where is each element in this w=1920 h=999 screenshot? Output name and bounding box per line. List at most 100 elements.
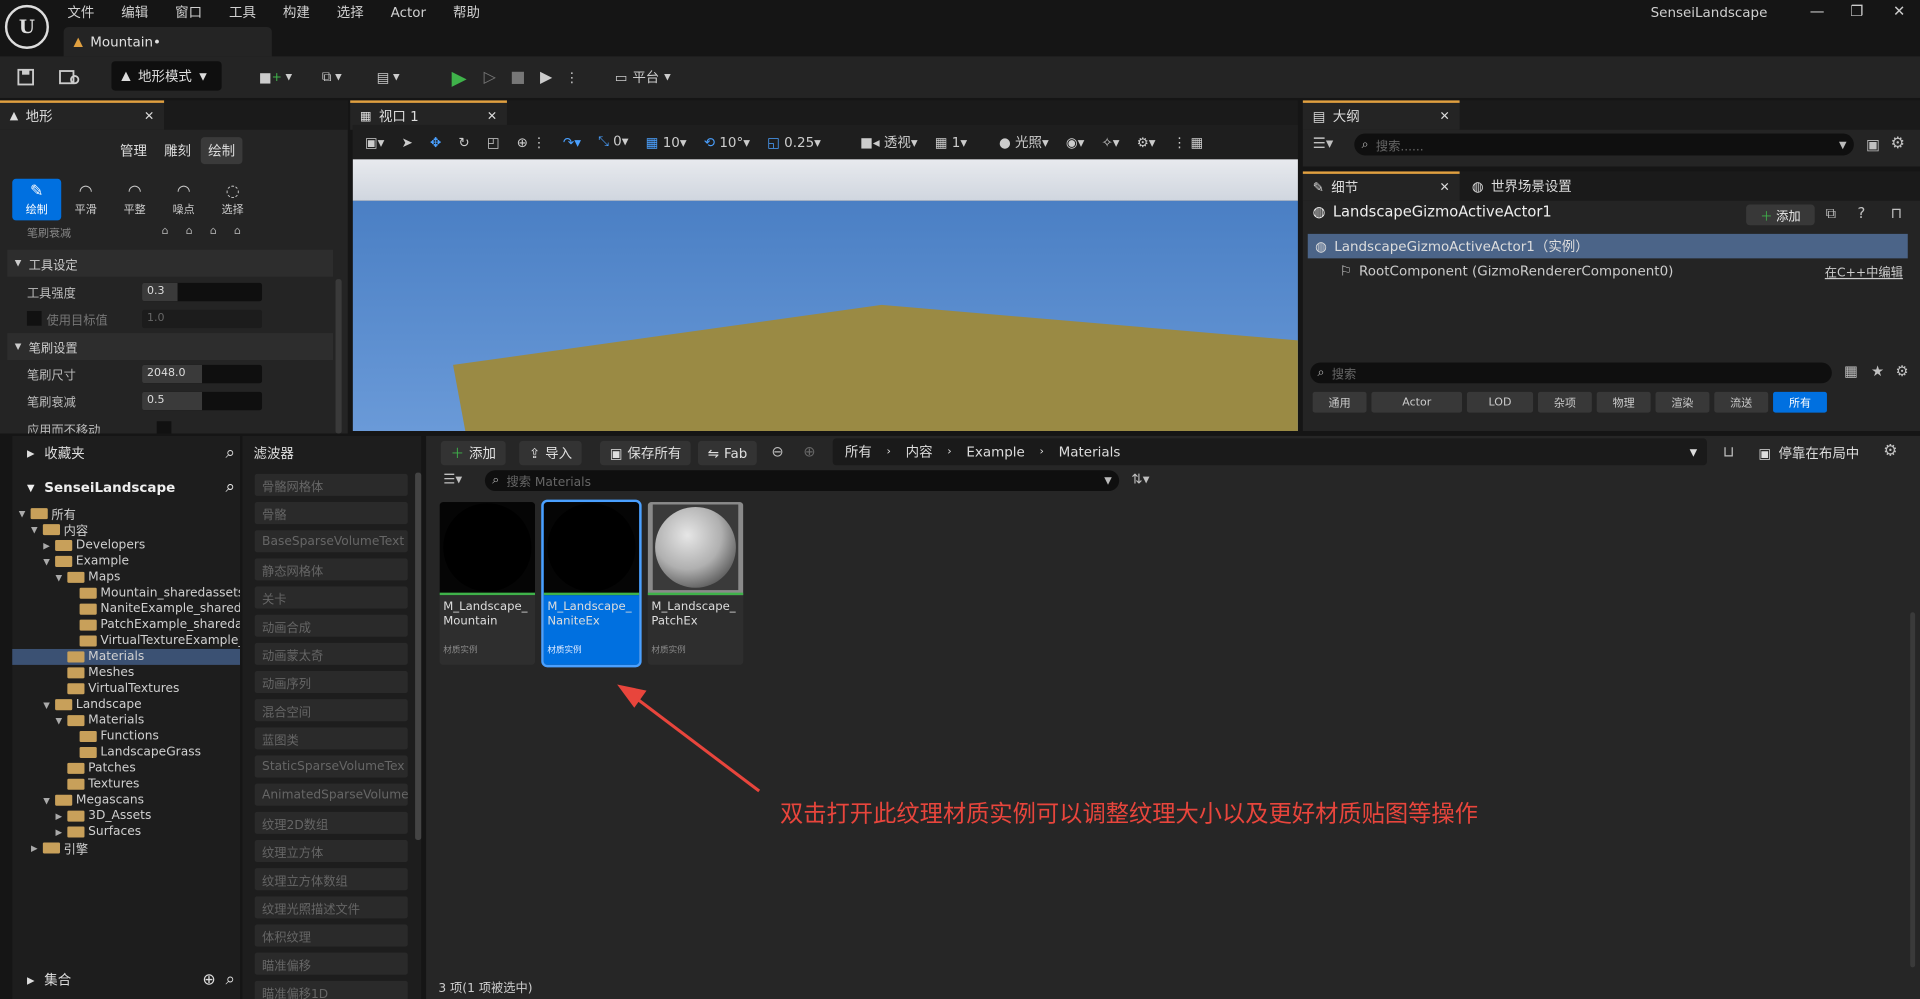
asset-tile[interactable]: M_Landscape_ PatchEx 材质实例 xyxy=(647,502,744,665)
tool-strength-input[interactable]: 0.3 xyxy=(142,282,263,301)
search-icon[interactable]: ⌕ xyxy=(225,478,235,498)
folder-item[interactable]: VirtualTextures xyxy=(12,681,240,697)
instance-row[interactable]: ◍ LandscapeGizmoActiveActor1（实例） xyxy=(1307,233,1908,259)
menu-item-5[interactable]: 选择 xyxy=(337,2,364,22)
asset-tile[interactable]: M_Landscape_ NaniteEx 材质实例 xyxy=(541,499,642,668)
details-tab[interactable]: ✎ 细节 ✕ xyxy=(1302,171,1460,201)
filter-item[interactable]: StaticSparseVolumeTex xyxy=(254,755,408,778)
menu-item-1[interactable]: 编辑 xyxy=(121,2,148,22)
select-arrow-icon[interactable]: ➤ xyxy=(402,134,413,150)
filter-chip-0[interactable]: 通用 xyxy=(1312,391,1367,413)
mode-selector[interactable]: ▲ 地形模式 ▼ xyxy=(111,61,222,91)
menu-item-6[interactable]: Actor xyxy=(391,4,426,20)
folder-item[interactable]: LandscapeGrass xyxy=(12,744,240,760)
folder-item[interactable]: ▶ 引擎 xyxy=(12,840,240,856)
settings-icon[interactable]: ⚙ xyxy=(1896,362,1909,379)
close-window-button[interactable]: ✕ xyxy=(1893,2,1905,19)
filter-item[interactable]: 蓝图类 xyxy=(254,727,408,750)
search-icon[interactable]: ⌕ xyxy=(225,443,235,463)
apply-no-move-checkbox[interactable] xyxy=(156,421,172,434)
folder-item[interactable]: ▼ 内容 xyxy=(12,522,240,538)
filter-item[interactable]: 关卡 xyxy=(254,586,408,609)
cinematics-icon[interactable]: ▤ ▼ xyxy=(370,64,407,91)
viewport-scene[interactable] xyxy=(352,159,1298,432)
maximize-button[interactable]: ❐ xyxy=(1850,2,1863,19)
blueprint-icon[interactable]: ⧉ xyxy=(1826,204,1837,222)
folder-item[interactable]: ▶ 3D_Assets xyxy=(12,808,240,824)
tool-button-1[interactable]: ◠ 平滑 xyxy=(61,179,110,221)
settings-icon[interactable]: ⚙ xyxy=(1883,442,1897,460)
close-icon[interactable]: ✕ xyxy=(487,110,497,123)
breadcrumb-item[interactable]: Materials xyxy=(1059,444,1121,460)
filter-chip-6[interactable]: 流送 xyxy=(1714,391,1769,413)
menu-item-3[interactable]: 工具 xyxy=(229,2,256,22)
collections-header[interactable]: ▶ 集合 ⊕ ⌕ xyxy=(27,970,235,990)
folder-item[interactable]: ▼ Megascans xyxy=(12,792,240,808)
add-button[interactable]: ＋添加 xyxy=(440,440,506,466)
landscape-tab[interactable]: ▲ 地形 ✕ xyxy=(0,100,165,130)
details-search[interactable]: ⌕ 搜索 xyxy=(1310,362,1832,384)
save-all-button[interactable]: ▣ 保存所有 xyxy=(600,440,692,466)
close-icon[interactable]: ✕ xyxy=(144,110,154,123)
filter-item[interactable]: BaseSparseVolumeText xyxy=(254,530,408,553)
unreal-logo[interactable]: U xyxy=(4,4,49,49)
filter-chip-1[interactable]: Actor xyxy=(1371,391,1463,413)
asset-search[interactable]: ⌕ 搜索 Materials ▼ xyxy=(484,470,1120,492)
filter-icon[interactable]: ☰▾ xyxy=(443,471,462,487)
close-icon[interactable]: ✕ xyxy=(1440,110,1450,123)
help-icon[interactable]: ? xyxy=(1858,204,1866,221)
filter-item[interactable]: 纹理立方体数组 xyxy=(254,868,408,891)
folder-item[interactable]: VirtualTextureExample_sh xyxy=(12,633,240,649)
outliner-tab[interactable]: ▤ 大纲 ✕ xyxy=(1302,100,1460,130)
rotate-icon[interactable]: ↻ xyxy=(458,134,469,150)
add-folder-icon[interactable]: ▣ xyxy=(1866,136,1880,153)
grid-snap-button[interactable]: ▦ 10▾ xyxy=(646,134,687,150)
filter-item[interactable]: AnimatedSparseVolume xyxy=(254,783,408,806)
subtab-2[interactable]: 绘制 xyxy=(200,137,243,165)
lock-icon[interactable]: ⊓ xyxy=(1891,204,1902,221)
filter-item[interactable]: 动画蒙太奇 xyxy=(254,642,408,665)
lit-button[interactable]: ● 光照▾ xyxy=(999,132,1049,152)
simulate-icon[interactable]: ▶ xyxy=(535,64,557,91)
tool-button-3[interactable]: ◠ 噪点 xyxy=(159,179,208,221)
settings-icon[interactable]: ⚙ xyxy=(1891,135,1905,153)
menu-item-2[interactable]: 窗口 xyxy=(175,2,202,22)
world-settings-tab[interactable]: ◍ 世界场景设置 xyxy=(1460,176,1572,196)
outliner-search[interactable]: ⌕ 搜索...... ▼ xyxy=(1354,133,1854,156)
folder-item[interactable]: NaniteExample_sharedass xyxy=(12,601,240,617)
folder-item[interactable]: ▼ Materials xyxy=(12,713,240,729)
filter-item[interactable]: 瞄准偏移1D xyxy=(254,980,408,999)
sort-icon[interactable]: ⇅▾ xyxy=(1131,471,1149,487)
folder-item[interactable]: ▶ Surfaces xyxy=(12,824,240,840)
world-icon[interactable]: ⊕ ⋮ xyxy=(517,134,546,150)
browse-content-icon[interactable] xyxy=(56,64,83,91)
filter-item[interactable]: 动画合成 xyxy=(254,614,408,637)
show-icon[interactable]: ◉▾ xyxy=(1066,134,1085,150)
back-icon[interactable]: ⊖ xyxy=(771,443,783,460)
close-icon[interactable]: ✕ xyxy=(1440,181,1450,194)
step-icon[interactable]: ▷ xyxy=(479,64,501,91)
favorites-header[interactable]: ▶ 收藏夹 ⌕ xyxy=(27,443,235,463)
filter-chip-5[interactable]: 渲染 xyxy=(1655,391,1710,413)
content-scrollbar[interactable] xyxy=(1910,612,1916,968)
filter-item[interactable]: 纹理2D数组 xyxy=(254,811,408,834)
breadcrumb-item[interactable]: 内容 xyxy=(906,442,933,462)
surface-snap-icon[interactable]: ↷▾ xyxy=(563,134,581,150)
component-row[interactable]: ⚐ RootComponent (GizmoRendererComponent0… xyxy=(1308,258,1908,282)
filter-icon[interactable]: ☰▾ xyxy=(1313,135,1334,152)
folder-item[interactable]: ▼ Example xyxy=(12,553,240,569)
tool-button-4[interactable]: ◌ 选择 xyxy=(208,179,257,221)
folder-item[interactable]: ▼ Landscape xyxy=(12,697,240,713)
play-icon[interactable]: ▶ xyxy=(448,64,470,91)
menu-item-0[interactable]: 文件 xyxy=(67,2,94,22)
scale-snap-button[interactable]: ◱ 0.25▾ xyxy=(767,134,821,150)
folder-item[interactable]: Textures xyxy=(12,776,240,792)
menu-item-4[interactable]: 构建 xyxy=(283,2,310,22)
filter-item[interactable]: 纹理光照描述文件 xyxy=(254,896,408,919)
realtime-icon[interactable]: ✧▾ xyxy=(1102,134,1120,150)
search-icon[interactable]: ⌕ xyxy=(225,970,235,990)
use-target-input[interactable]: 1.0 xyxy=(142,309,263,328)
add-collection-icon[interactable]: ⊕ xyxy=(202,970,215,988)
subtab-1[interactable]: 雕刻 xyxy=(157,137,199,164)
filter-chip-2[interactable]: LOD xyxy=(1466,391,1534,413)
